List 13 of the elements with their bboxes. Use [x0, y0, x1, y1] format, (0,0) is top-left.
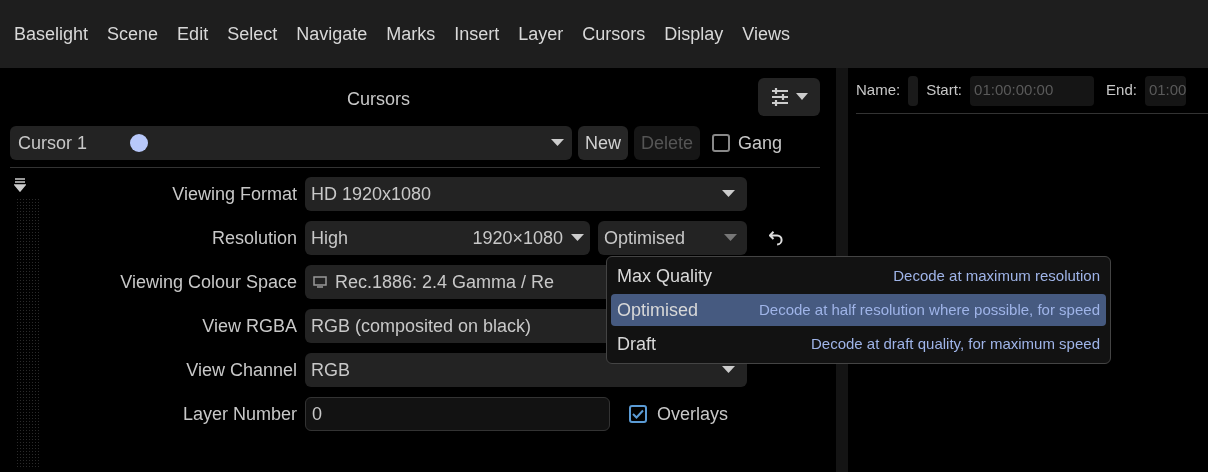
start-label: Start: [926, 80, 963, 101]
name-label: Name: [856, 80, 901, 101]
cursor-name: Cursor 1 [18, 131, 89, 155]
panel-title: Cursors [347, 88, 410, 111]
field-label: View RGBA [201, 314, 298, 338]
end-label: End: [1106, 80, 1137, 101]
field-label: Viewing Colour Space [119, 270, 298, 294]
field-label: View Channel [185, 358, 298, 382]
field-label: Resolution [210, 226, 298, 250]
field-label: Layer Number [181, 402, 298, 426]
field-label: Viewing Format [171, 182, 298, 206]
checkbox-label: Gang [738, 131, 783, 155]
checkbox-label: Overlays [657, 402, 728, 426]
